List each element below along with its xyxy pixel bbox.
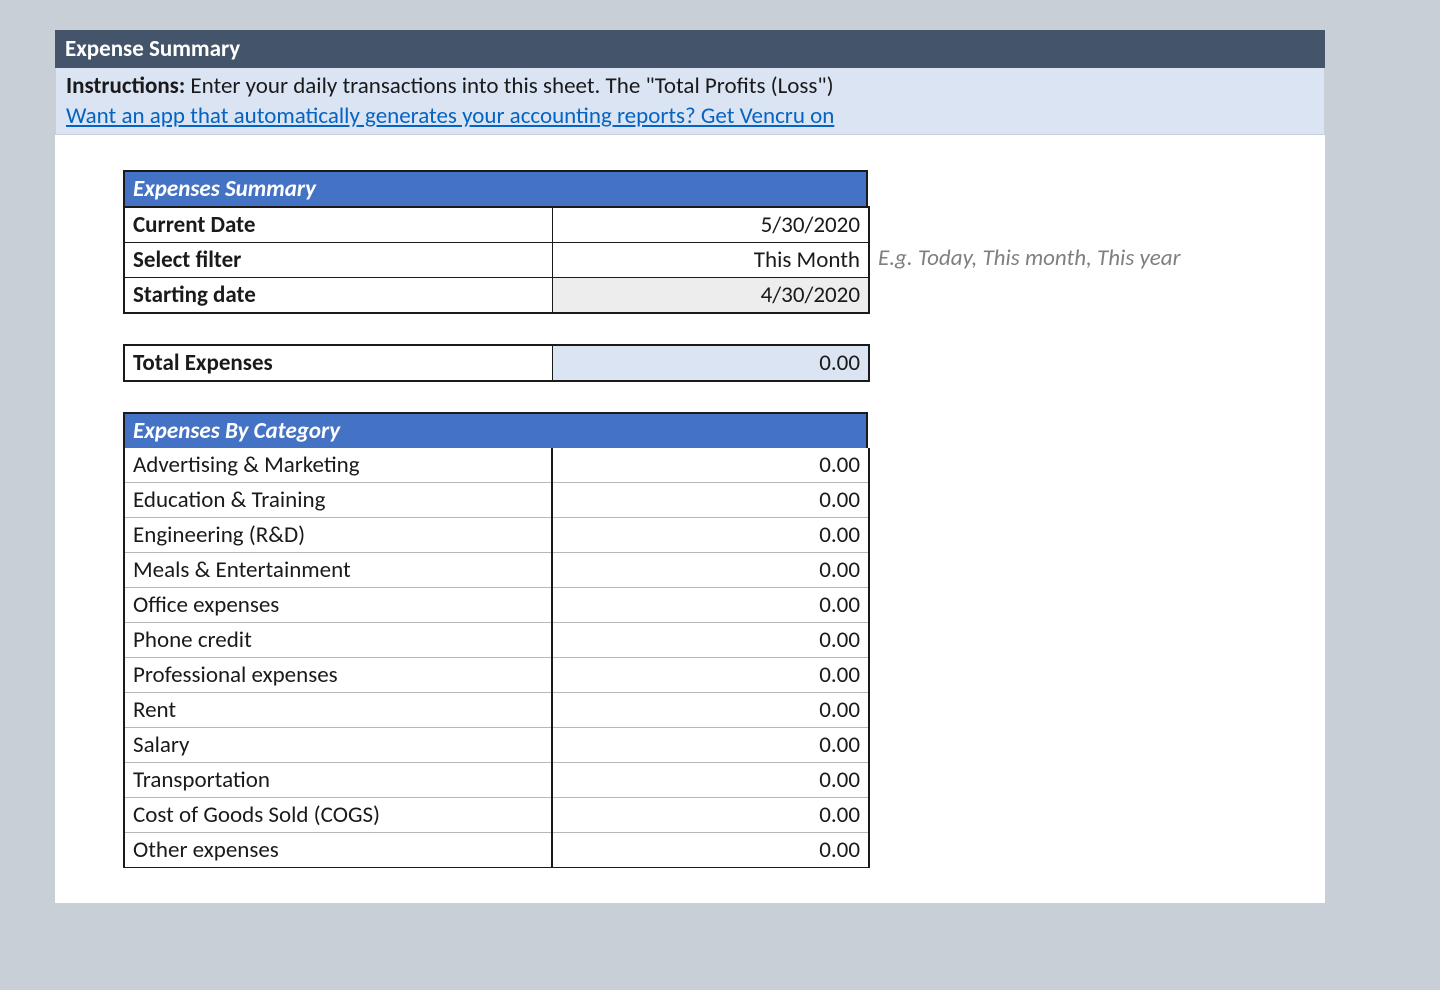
table-row: Salary 0.00 xyxy=(124,728,869,763)
category-label: Other expenses xyxy=(124,833,552,868)
category-label: Transportation xyxy=(124,763,552,798)
table-row: Transportation 0.00 xyxy=(124,763,869,798)
category-value[interactable]: 0.00 xyxy=(552,728,869,763)
category-value[interactable]: 0.00 xyxy=(552,798,869,833)
page-title-bar: Expense Summary xyxy=(55,30,1325,68)
select-filter-value[interactable]: This Month xyxy=(552,243,869,278)
table-row: Engineering (R&D) 0.00 xyxy=(124,518,869,553)
total-expenses-value: 0.00 xyxy=(552,345,869,381)
current-date-value[interactable]: 5/30/2020 xyxy=(552,207,869,243)
table-row: Office expenses 0.00 xyxy=(124,588,869,623)
table-row: Other expenses 0.00 xyxy=(124,833,869,868)
select-filter-label: Select filter xyxy=(124,243,552,278)
content-area: Expenses Summary Current Date 5/30/2020 … xyxy=(55,135,1325,903)
table-row: Professional expenses 0.00 xyxy=(124,658,869,693)
category-value[interactable]: 0.00 xyxy=(552,658,869,693)
page-title: Expense Summary xyxy=(65,35,240,63)
table-row: Rent 0.00 xyxy=(124,693,869,728)
category-label: Office expenses xyxy=(124,588,552,623)
table-row: Phone credit 0.00 xyxy=(124,623,869,658)
instructions-text: Enter your daily transactions into this … xyxy=(185,72,833,100)
category-value[interactable]: 0.00 xyxy=(552,833,869,868)
vencru-link[interactable]: Want an app that automatically generates… xyxy=(66,102,834,130)
category-label: Meals & Entertainment xyxy=(124,553,552,588)
table-row: Education & Training 0.00 xyxy=(124,483,869,518)
category-label: Cost of Goods Sold (COGS) xyxy=(124,798,552,833)
expenses-by-category-title: Expenses By Category xyxy=(123,412,868,448)
starting-date-label: Starting date xyxy=(124,278,552,314)
category-label: Phone credit xyxy=(124,623,552,658)
category-value[interactable]: 0.00 xyxy=(552,448,869,483)
instructions-line: Instructions: Enter your daily transacti… xyxy=(66,72,1314,100)
category-value[interactable]: 0.00 xyxy=(552,763,869,798)
category-label: Advertising & Marketing xyxy=(124,448,552,483)
category-value[interactable]: 0.00 xyxy=(552,518,869,553)
table-row: Meals & Entertainment 0.00 xyxy=(124,553,869,588)
table-row: Total Expenses 0.00 xyxy=(124,345,869,381)
expenses-summary-table: Current Date 5/30/2020 Select filter Thi… xyxy=(123,206,870,314)
expenses-summary-block: Expenses Summary Current Date 5/30/2020 … xyxy=(123,170,1325,314)
page: Expense Summary Instructions: Enter your… xyxy=(55,30,1325,903)
expenses-summary-title: Expenses Summary xyxy=(123,170,868,206)
current-date-label: Current Date xyxy=(124,207,552,243)
table-row: Advertising & Marketing 0.00 xyxy=(124,448,869,483)
category-value[interactable]: 0.00 xyxy=(552,623,869,658)
starting-date-value[interactable]: 4/30/2020 xyxy=(552,278,869,314)
table-row: Current Date 5/30/2020 xyxy=(124,207,869,243)
expenses-by-category-table: Advertising & Marketing 0.00 Education &… xyxy=(123,448,870,868)
category-value[interactable]: 0.00 xyxy=(552,483,869,518)
info-block: Instructions: Enter your daily transacti… xyxy=(55,68,1325,135)
instructions-label: Instructions: xyxy=(66,72,185,100)
filter-hint: E.g. Today, This month, This year xyxy=(878,244,1180,272)
category-label: Education & Training xyxy=(124,483,552,518)
table-row: Cost of Goods Sold (COGS) 0.00 xyxy=(124,798,869,833)
table-row: Select filter This Month xyxy=(124,243,869,278)
category-label: Rent xyxy=(124,693,552,728)
total-expenses-table: Total Expenses 0.00 xyxy=(123,344,870,382)
table-row: Starting date 4/30/2020 xyxy=(124,278,869,314)
category-label: Engineering (R&D) xyxy=(124,518,552,553)
category-value[interactable]: 0.00 xyxy=(552,553,869,588)
total-expenses-label: Total Expenses xyxy=(124,345,552,381)
category-value[interactable]: 0.00 xyxy=(552,588,869,623)
category-label: Professional expenses xyxy=(124,658,552,693)
category-value[interactable]: 0.00 xyxy=(552,693,869,728)
category-label: Salary xyxy=(124,728,552,763)
